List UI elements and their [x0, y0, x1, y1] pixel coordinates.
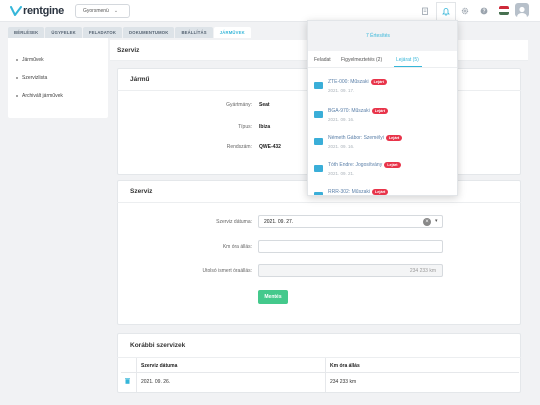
expired-badge: Lejárt	[385, 135, 403, 141]
language-flag-icon[interactable]	[499, 6, 509, 15]
notification-title: BGA-970: Műszaki	[328, 108, 370, 114]
gear-icon[interactable]	[460, 6, 470, 16]
sidebar: Járművek Szervizlista Archivált járművek	[8, 38, 108, 118]
notification-date: 2021. 09. 21.	[328, 171, 355, 176]
tab-bérlések[interactable]: BÉRLÉSEK	[8, 27, 45, 38]
service-date-input[interactable]: 2021. 09. 27. × ▾	[258, 215, 443, 228]
car-icon	[314, 82, 323, 89]
help-icon[interactable]: ?	[479, 6, 489, 16]
row-date: 2021. 09. 26.	[141, 379, 171, 385]
make-label: Gyártmány:	[226, 102, 252, 108]
notification-title: Németh Gábor: Személyi	[328, 135, 384, 141]
rentgine-logo-icon	[10, 6, 22, 16]
plate-value: QWE-432	[259, 144, 281, 150]
quick-menu-label: Gyorsmenü	[83, 8, 109, 14]
divider	[117, 202, 521, 203]
row-km: 234 233 km	[330, 379, 357, 385]
tab-ügyfelek[interactable]: ÜGYFELEK	[45, 27, 82, 38]
vehicle-card-title: Jármű	[130, 76, 150, 83]
expired-badge: Lejárt	[371, 108, 389, 114]
type-label: Típus:	[238, 124, 252, 130]
tab-task[interactable]: Feladat	[314, 57, 331, 63]
notification-item[interactable]: BGA-970: Műszaki Lejárt 2021. 09. 16.	[314, 107, 454, 131]
service-date-value: 2021. 09. 27.	[264, 218, 294, 225]
id-card-icon	[314, 138, 323, 145]
flag-stripe	[499, 12, 509, 15]
service-date-label: Szerviz dátuma:	[216, 219, 252, 225]
column-header-km[interactable]: Km óra állás	[330, 363, 360, 369]
notification-date: 2021. 09. 16.	[328, 117, 355, 122]
expired-badge: Lejárt	[370, 79, 387, 85]
notification-item[interactable]: RRR-302: Műszaki Lejárt	[314, 188, 454, 195]
notification-date: 2021. 09. 16.	[328, 144, 355, 149]
user-avatar[interactable]	[515, 3, 529, 17]
notification-title: Tóth Endre: Jogosítvány	[328, 162, 383, 168]
sidebar-item-service-list[interactable]: Szervizlista	[15, 75, 47, 81]
tab-expiry[interactable]: Lejárat (5)	[396, 57, 419, 63]
module-tabs: BÉRLÉSEK ÜGYFELEK FELADATOK DOKUMENTUMOK BEÁ…	[8, 27, 252, 38]
km-label: Km óra állás:	[222, 244, 252, 250]
car-icon	[314, 111, 323, 118]
sidebar-item-archived-vehicles[interactable]: Archivált járművek	[16, 93, 63, 99]
plate-label: Rendszám:	[226, 144, 252, 150]
tab-járművek[interactable]: JÁRMŰVEK	[213, 27, 251, 38]
chevron-down-icon: ⌄	[113, 8, 119, 14]
trash-icon[interactable]	[125, 378, 130, 384]
logo-text: rentgine	[23, 5, 64, 17]
last-km-value: 234 233 km	[409, 267, 436, 274]
notifications-panel: 7 Értesítés Feladat Figyelmeztetés (2) L…	[307, 20, 458, 196]
notification-title: RRR-302: Műszaki	[328, 189, 370, 195]
tab-beállítás[interactable]: BEÁLLÍTÁS	[175, 27, 213, 38]
notification-date: 2021. 09. 17.	[328, 88, 355, 93]
clipboard-icon[interactable]	[420, 6, 430, 16]
last-km-input: 234 233 km	[258, 264, 443, 277]
notification-item[interactable]: Tóth Endre: Jogosítvány Lejárt 2021. 09. …	[314, 161, 454, 185]
id-card-icon	[314, 165, 323, 172]
clear-icon[interactable]: ×	[423, 218, 431, 226]
column-header-date[interactable]: Szerviz dátuma	[141, 363, 177, 369]
svg-text:?: ?	[482, 9, 485, 15]
notification-item[interactable]: ZTE-000: Műszaki Lejárt 2021. 09. 17.	[314, 78, 454, 102]
expired-badge: Lejárt	[384, 162, 401, 168]
notification-title: ZTE-000: Műszaki	[328, 79, 369, 85]
tab-dokumentumok[interactable]: DOKUMENTUMOK	[123, 27, 175, 38]
sidebar-item-vehicles[interactable]: Járművek	[16, 57, 44, 63]
divider	[308, 67, 457, 68]
expired-badge: Lejárt	[371, 189, 389, 195]
service-card-title: Szerviz	[130, 188, 153, 195]
divider	[117, 357, 521, 358]
logo[interactable]: rentgine	[10, 5, 64, 17]
last-km-label: Utolsó ismert óraállás:	[202, 268, 252, 274]
bell-icon[interactable]	[441, 6, 451, 16]
caret-down-icon[interactable]: ▾	[435, 218, 438, 224]
type-value: Ibiza	[259, 124, 271, 130]
notifications-count: 7 Értesítés	[366, 33, 390, 39]
km-input[interactable]	[258, 240, 443, 253]
save-button[interactable]: Mentés	[258, 290, 288, 304]
tab-feladatok[interactable]: FELADATOK	[82, 27, 123, 38]
quick-menu-select[interactable]: Gyorsmenü ⌄	[75, 4, 130, 18]
tab-warning[interactable]: Figyelmeztetés (2)	[341, 57, 382, 63]
previous-services-title: Korábbi szervizek	[130, 342, 186, 349]
table-row: 2021. 09. 26. 234 233 km	[121, 373, 519, 391]
make-value: Seat	[259, 102, 270, 108]
car-icon	[314, 192, 323, 195]
page-title: Szerviz	[117, 47, 140, 54]
notification-item[interactable]: Németh Gábor: Személyi Lejárt 2021. 09. 1…	[314, 134, 454, 158]
